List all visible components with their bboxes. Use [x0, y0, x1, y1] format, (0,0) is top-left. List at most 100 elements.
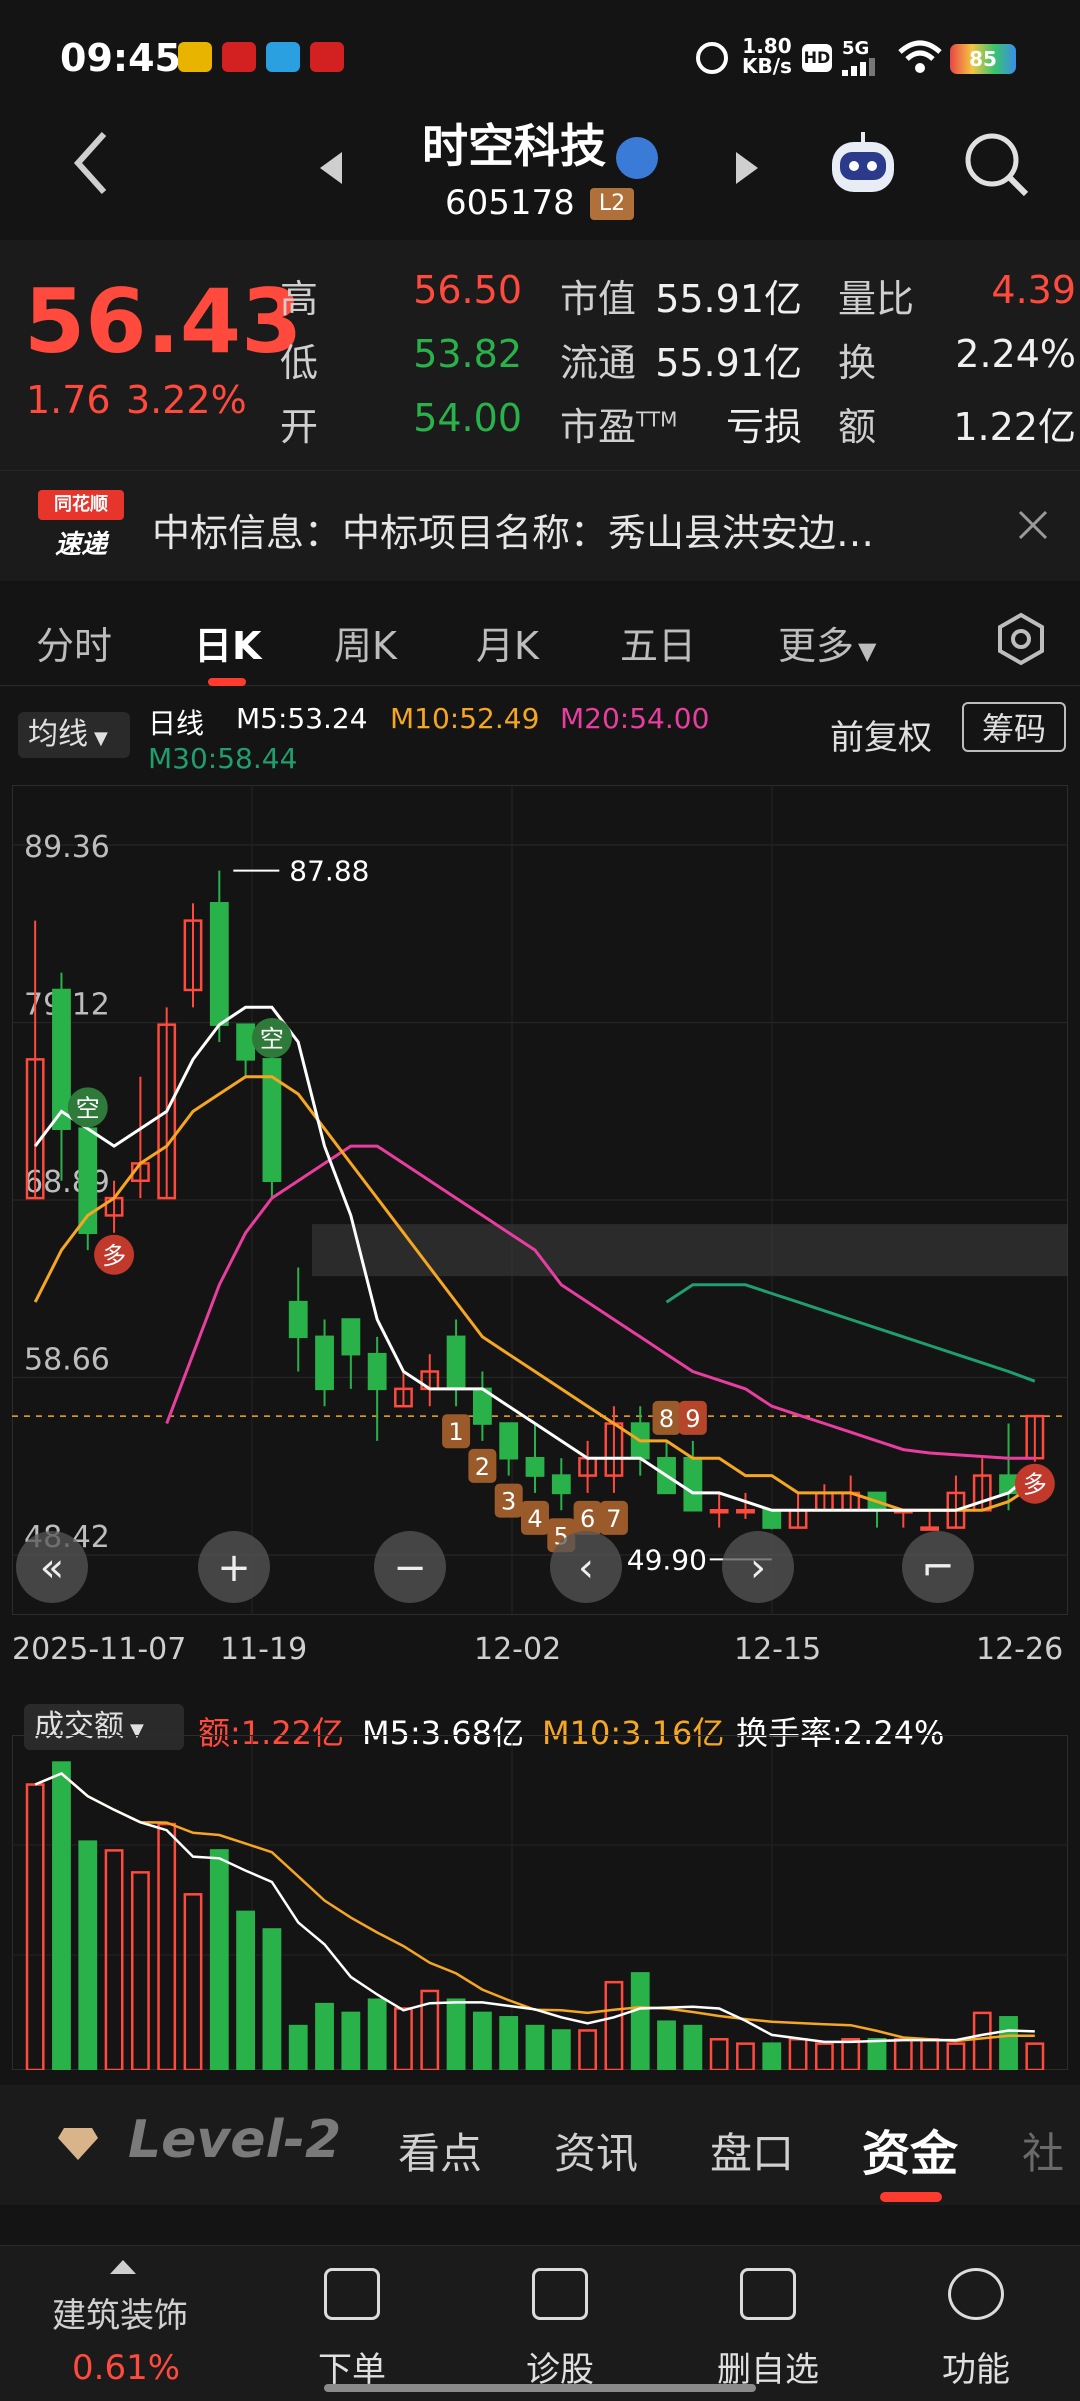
svg-text:‹: ‹: [578, 1545, 594, 1591]
svg-text:«: «: [40, 1545, 64, 1591]
news-text[interactable]: 中标信息：中标项目名称：秀山县洪安边…: [152, 502, 874, 557]
diagnose-button[interactable]: 诊股: [480, 2262, 640, 2390]
volume-bar: [446, 1998, 466, 2070]
mcap-label: 市值: [560, 277, 637, 321]
news-logo: 同花顺 速递: [38, 490, 124, 562]
high-marker-label: 87.88: [289, 855, 369, 888]
tab-five-day[interactable]: 五日: [620, 615, 696, 670]
battery-icon: 85: [950, 44, 1016, 74]
count-text: 3: [501, 1488, 516, 1516]
candle-body: [236, 1023, 256, 1061]
status-bar: 09:45 1.80 KB/s HD 5G 85: [0, 0, 1080, 110]
volume-bar: [499, 2016, 519, 2070]
count-text: 1: [448, 1418, 463, 1446]
order-button[interactable]: 下单: [272, 2262, 432, 2390]
scroll-left-icon[interactable]: ‹: [550, 1531, 622, 1603]
l2-tab-funds[interactable]: 资金: [862, 2114, 958, 2184]
turnover-value: 2.24%: [955, 332, 1076, 376]
adjust-select[interactable]: 前复权: [830, 710, 932, 759]
count-text: 2: [475, 1453, 490, 1481]
volume-bar: [52, 1761, 71, 2070]
candle-body: [551, 1474, 571, 1495]
volume-bar: [104, 1849, 124, 2070]
kline-chart[interactable]: 89.3679.1268.8958.6648.4287.8849.90空多空多1…: [12, 785, 1068, 1615]
diagnose-icon: [532, 2268, 588, 2320]
l2-tab-orderbook[interactable]: 盘口: [710, 2120, 794, 2181]
volume-bar: [946, 2042, 966, 2070]
signal-text: 多: [102, 1242, 126, 1270]
mcap-value: 55.91亿: [655, 277, 802, 321]
l2-tab-news[interactable]: 资讯: [554, 2120, 638, 2181]
candle-body: [499, 1422, 519, 1460]
volume-bar: [630, 1972, 650, 2070]
indicator-select[interactable]: 均线 ▼: [18, 712, 130, 758]
count-text: 9: [685, 1405, 700, 1433]
zoom-in-icon[interactable]: +: [198, 1531, 270, 1603]
svg-text:+: +: [217, 1545, 251, 1591]
sector-name[interactable]: 建筑装饰: [52, 2288, 188, 2337]
next-stock-icon[interactable]: [734, 150, 760, 190]
weibo-icon: [178, 42, 212, 72]
x-tick-3: 12-15: [734, 1632, 822, 1667]
search-icon[interactable]: [962, 130, 1032, 204]
volume-frame: [12, 1735, 1068, 2070]
candle-body: [525, 1456, 545, 1477]
x-tick-4: 12-26: [976, 1632, 1064, 1667]
candle-body: [736, 1509, 755, 1514]
ma30-legend: M30:58.44: [148, 742, 298, 775]
price-change-pct: 3.22%: [126, 378, 247, 422]
volume-bar: [157, 1822, 177, 2070]
settings-icon[interactable]: [994, 612, 1048, 670]
volume-bar: [25, 1783, 45, 2070]
x-tick-1: 11-19: [220, 1632, 308, 1667]
candle-body: [683, 1456, 703, 1512]
functions-button[interactable]: 功能: [896, 2262, 1056, 2390]
tab-daily-k[interactable]: 日K: [194, 615, 261, 670]
chevron-down-icon: ▼: [94, 728, 108, 749]
robot-assistant-icon[interactable]: [826, 128, 900, 206]
svg-text:›: ›: [750, 1545, 766, 1591]
volume-bar: [999, 2016, 1018, 2070]
tab-monthly-k[interactable]: 月K: [476, 615, 539, 670]
scroll-left-fast-icon[interactable]: «: [16, 1531, 88, 1603]
level2-brand[interactable]: Level-2: [128, 2110, 341, 2170]
volume-bar: [262, 1928, 282, 2070]
volume-bar: [367, 1998, 387, 2070]
chips-button[interactable]: 筹码: [962, 702, 1066, 752]
battery-level: 85: [969, 47, 997, 71]
active-tab-indicator: [208, 678, 246, 686]
float-label: 流通: [560, 341, 637, 385]
scroll-right-icon[interactable]: ›: [722, 1531, 794, 1603]
tab-weekly-k[interactable]: 周K: [334, 615, 397, 670]
tab-more[interactable]: 更多 ▼: [778, 615, 876, 670]
volume-bar: [394, 2007, 413, 2070]
candle-body: [52, 988, 71, 1130]
volume-bar: [709, 2038, 729, 2070]
close-icon[interactable]: [1016, 508, 1050, 546]
l2-tab-community[interactable]: 社: [1022, 2120, 1064, 2181]
chevron-down-icon: ▼: [858, 637, 877, 665]
clock: 09:45: [60, 36, 181, 80]
volume-bar: [472, 2011, 492, 2070]
candle-body: [446, 1335, 466, 1391]
turnover-label: 换: [838, 341, 877, 385]
volume-bar: [736, 2042, 755, 2070]
volume-bar: [183, 1893, 203, 2070]
stock-name: 时空科技: [0, 110, 1080, 179]
count-text: 8: [659, 1405, 674, 1433]
volume-bar: [578, 2029, 598, 2070]
amount-label: 额: [838, 405, 877, 449]
zoom-out-icon[interactable]: −: [374, 1531, 446, 1603]
x-tick-0: 2025-11-07: [12, 1632, 187, 1667]
l2-active-indicator: [880, 2192, 942, 2202]
remove-watchlist-button[interactable]: 删自选: [688, 2262, 848, 2390]
l2-tab-highlights[interactable]: 看点: [398, 2120, 482, 2181]
fullscreen-icon[interactable]: ⌐: [902, 1531, 974, 1603]
high-value: 56.50: [413, 268, 522, 312]
ma30-line: [665, 1283, 1036, 1383]
float-value: 55.91亿: [655, 341, 802, 385]
volume-chart[interactable]: [12, 1735, 1068, 2070]
hd-icon: HD: [802, 44, 832, 72]
selection-band: [312, 1224, 1068, 1277]
tab-intraday[interactable]: 分时: [36, 615, 112, 670]
